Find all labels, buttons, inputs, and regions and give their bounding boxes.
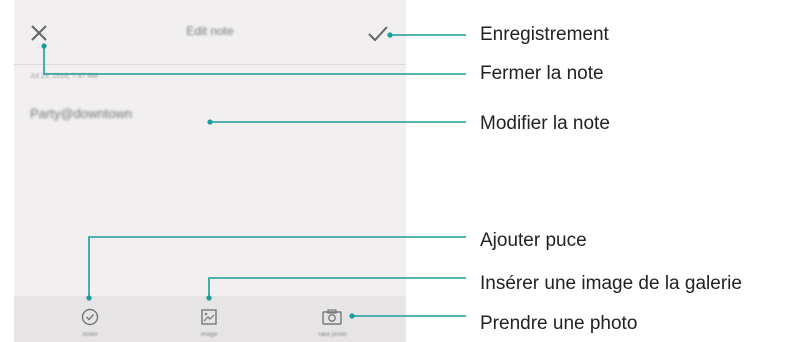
callout-line-gallery (208, 277, 466, 298)
callout-photo: Prendre une photo (480, 313, 638, 334)
callout-save: Enregistrement (480, 24, 609, 45)
callout-close: Fermer la note (480, 63, 604, 84)
callout-edit: Modifier la note (480, 113, 610, 134)
callout-dot-save (387, 32, 393, 38)
callout-dot-photo (349, 313, 355, 319)
callout-dot-close (41, 43, 47, 49)
callout-line-bullet (88, 236, 466, 298)
callout-bullet: Ajouter puce (480, 230, 587, 251)
callout-line-close (43, 46, 466, 75)
callout-dot-edit (207, 119, 213, 125)
callout-dot-gallery (206, 295, 212, 301)
callout-dot-bullet (86, 295, 92, 301)
callout-gallery: Insérer une image de la galerie (480, 273, 742, 294)
